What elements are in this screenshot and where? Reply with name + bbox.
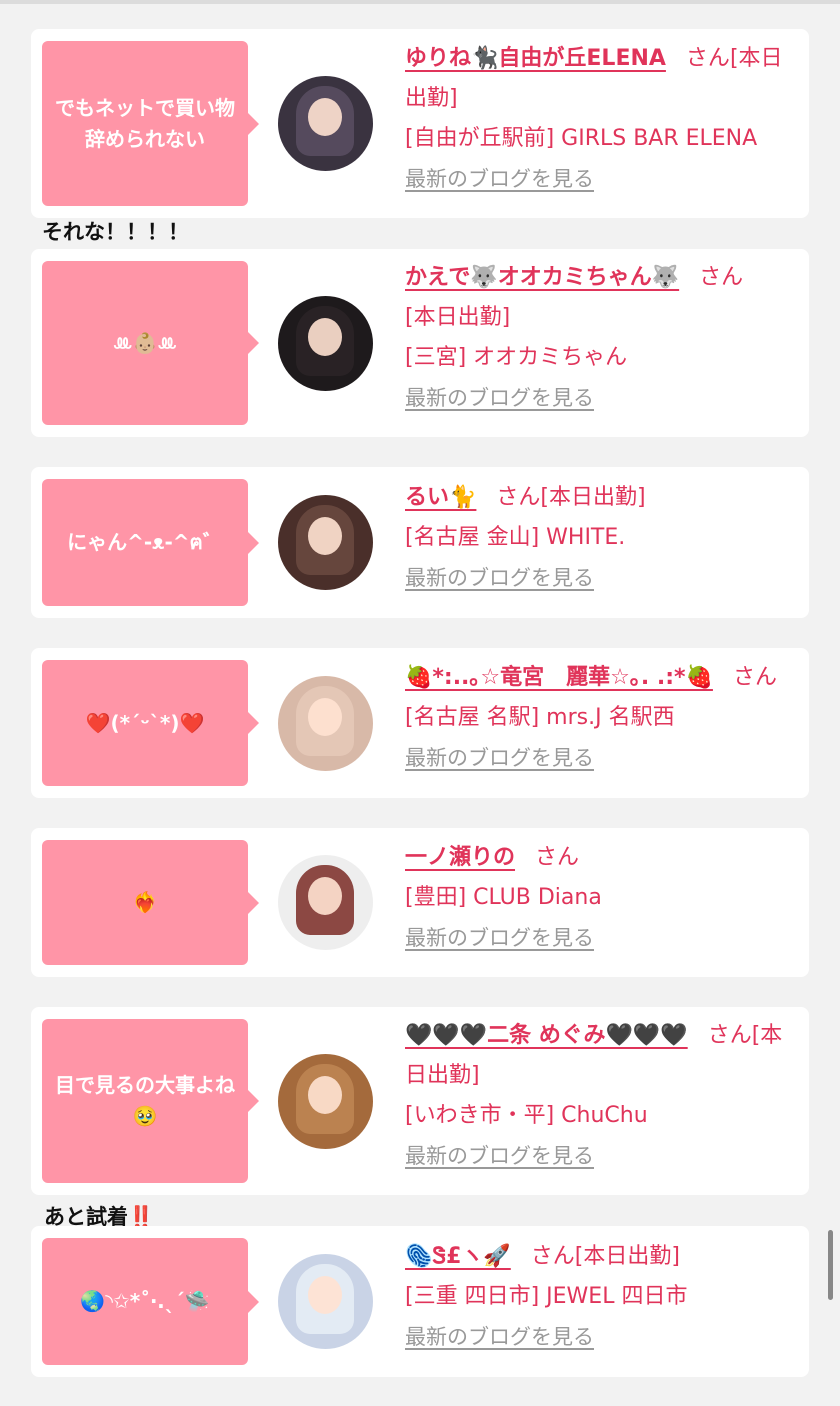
shop-name: [三宮] オオカミちゃん <box>405 345 628 370</box>
cast-avatar[interactable] <box>278 296 373 391</box>
user-comment: それな！！！！ <box>42 220 189 244</box>
latest-blog-link[interactable]: 最新のブログを見る <box>405 1325 594 1349</box>
cast-avatar[interactable] <box>278 855 373 950</box>
latest-blog-link[interactable]: 最新のブログを見る <box>405 926 594 950</box>
cast-name-line: 🍓*:..｡☆竜宮 麗華☆｡. .:*🍓 さん <box>405 658 801 698</box>
avatar-face-shape <box>308 698 342 736</box>
blog-card: でもネットで買い物辞められない ゆりね🐈‍⬛自由が丘ELENA さん[本日出勤] … <box>31 29 809 218</box>
comment-bubble: 🌏◝✩*˚‧.ˎˊ🛸 <box>42 1238 259 1365</box>
avatar-face-shape <box>308 1276 342 1314</box>
comment-bubble: ❤️(*´ᵕ`*)❤️ <box>42 660 259 786</box>
cast-name-link[interactable]: 🖤🖤🖤二条 めぐみ🖤🖤🖤 <box>405 1023 688 1048</box>
cast-info: 一ノ瀬りの さん [豊田] CLUB Diana 最新のブログを見る <box>405 838 801 959</box>
avatar-face-shape <box>308 517 342 555</box>
cast-name-line: 一ノ瀬りの さん <box>405 838 801 878</box>
comment-bubble: 目で見るの大事よね🥹 <box>42 1019 259 1183</box>
cast-info: 🖤🖤🖤二条 めぐみ🖤🖤🖤 さん[本日出勤] [いわき市・平] ChuChu 最新の… <box>405 1016 801 1177</box>
blog-card: 目で見るの大事よね🥹 🖤🖤🖤二条 めぐみ🖤🖤🖤 さん[本日出勤] [いわき市・平]… <box>31 1007 809 1195</box>
latest-blog-link[interactable]: 最新のブログを見る <box>405 167 594 191</box>
blog-card: ❤️(*´ᵕ`*)❤️ 🍓*:..｡☆竜宮 麗華☆｡. .:*🍓 さん [名古屋 … <box>31 648 809 798</box>
blog-card: ❤️‍🔥 一ノ瀬りの さん [豊田] CLUB Diana 最新のブログを見る <box>31 828 809 977</box>
cast-avatar[interactable] <box>278 495 373 590</box>
shop-name: [三重 四日市] JEWEL 四日市 <box>405 1284 688 1309</box>
comment-bubble: でもネットで買い物辞められない <box>42 41 259 206</box>
cast-avatar[interactable] <box>278 1254 373 1349</box>
status-text: [本日出勤] <box>405 305 511 330</box>
latest-blog-link[interactable]: 最新のブログを見る <box>405 566 594 590</box>
honorific: さん <box>535 845 580 870</box>
shop-name: [名古屋 金山] WHITE. <box>405 525 626 550</box>
shop-name: [名古屋 名駅] mrs.J 名駅西 <box>405 705 675 730</box>
honorific: さん <box>699 265 744 290</box>
cast-name-link[interactable]: 🫆Ꮥ£ヽ🚀 <box>405 1244 511 1269</box>
shop-name: [いわき市・平] ChuChu <box>405 1103 648 1128</box>
shop-name: [豊田] CLUB Diana <box>405 885 602 910</box>
avatar-face-shape <box>308 318 342 356</box>
comment-bubble: ꔛ👶🏼ꔛ <box>42 261 259 425</box>
comment-bubble: にゃん^-ᴥ-^ฅ゛ <box>42 479 259 606</box>
cast-name-line: 🖤🖤🖤二条 めぐみ🖤🖤🖤 さん[本日出勤] <box>405 1016 801 1096</box>
cast-info: るい🐈 さん[本日出勤] [名古屋 金山] WHITE. 最新のブログを見る <box>405 478 801 599</box>
cast-name-link[interactable]: 一ノ瀬りの <box>405 845 515 870</box>
honorific: さん <box>707 1023 752 1048</box>
avatar-face-shape <box>308 877 342 915</box>
honorific: さん <box>685 46 730 71</box>
avatar-face-shape <box>308 1076 342 1114</box>
status-text: [本日出勤] <box>574 1244 680 1269</box>
cast-name-line: ゆりね🐈‍⬛自由が丘ELENA さん[本日出勤] <box>405 39 801 119</box>
honorific: さん <box>496 485 541 510</box>
shop-name: [自由が丘駅前] GIRLS BAR ELENA <box>405 126 758 151</box>
cast-name-link[interactable]: ゆりね🐈‍⬛自由が丘ELENA <box>405 46 666 71</box>
cast-name-link[interactable]: るい🐈 <box>405 485 476 510</box>
blog-card: 🌏◝✩*˚‧.ˎˊ🛸 🫆Ꮥ£ヽ🚀 さん[本日出勤] [三重 四日市] JEWEL … <box>31 1226 809 1377</box>
cast-name-link[interactable]: 🍓*:..｡☆竜宮 麗華☆｡. .:*🍓 <box>405 665 713 690</box>
blog-card: ꔛ👶🏼ꔛ かえで🐺オオカミちゃん🐺 さん [本日出勤] [三宮] オオカミちゃん … <box>31 249 809 437</box>
blog-card: にゃん^-ᴥ-^ฅ゛ るい🐈 さん[本日出勤] [名古屋 金山] WHITE. 最… <box>31 467 809 618</box>
cast-name-line: 🫆Ꮥ£ヽ🚀 さん[本日出勤] <box>405 1237 801 1277</box>
cast-name-line: るい🐈 さん[本日出勤] <box>405 478 801 518</box>
latest-blog-link[interactable]: 最新のブログを見る <box>405 386 594 410</box>
honorific: さん <box>732 665 777 690</box>
scrollbar-thumb[interactable] <box>828 1230 833 1300</box>
status-text: [本日出勤] <box>540 485 646 510</box>
cast-avatar[interactable] <box>278 1054 373 1149</box>
cast-avatar[interactable] <box>278 676 373 771</box>
cast-name-line: かえで🐺オオカミちゃん🐺 さん <box>405 258 801 298</box>
cast-name-link[interactable]: かえで🐺オオカミちゃん🐺 <box>405 265 679 290</box>
comment-bubble: ❤️‍🔥 <box>42 840 259 965</box>
top-divider <box>0 0 840 4</box>
latest-blog-link[interactable]: 最新のブログを見る <box>405 746 594 770</box>
cast-info: 🫆Ꮥ£ヽ🚀 さん[本日出勤] [三重 四日市] JEWEL 四日市 最新のブログを… <box>405 1237 801 1358</box>
latest-blog-link[interactable]: 最新のブログを見る <box>405 1144 594 1168</box>
cast-info: 🍓*:..｡☆竜宮 麗華☆｡. .:*🍓 さん [名古屋 名駅] mrs.J 名駅… <box>405 658 801 779</box>
cast-info: かえで🐺オオカミちゃん🐺 さん [本日出勤] [三宮] オオカミちゃん 最新のブロ… <box>405 258 801 419</box>
avatar-face-shape <box>308 98 342 136</box>
cast-info: ゆりね🐈‍⬛自由が丘ELENA さん[本日出勤] [自由が丘駅前] GIRLS B… <box>405 39 801 200</box>
cast-avatar[interactable] <box>278 76 373 171</box>
honorific: さん <box>530 1244 575 1269</box>
